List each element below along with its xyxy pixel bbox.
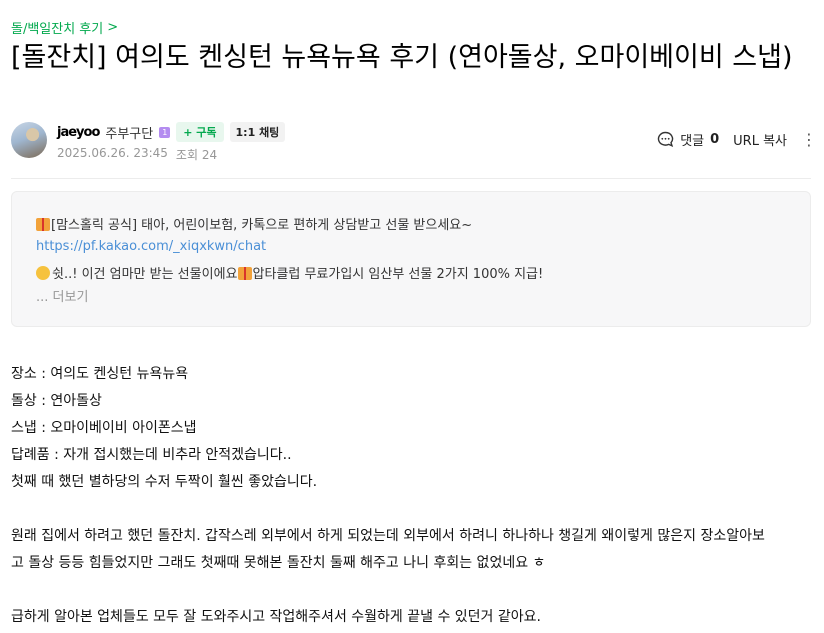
url-copy-button[interactable]: URL 복사 [733,130,787,149]
subscribe-button[interactable]: + 구독 [176,122,224,142]
comment-count: 0 [710,132,720,147]
promo-link[interactable]: https://pf.kakao.com/_xiqxkwn/chat [36,239,266,254]
body-line: 답례품 : 자개 접시했는데 비추라 안적겠습니다.. [11,447,292,463]
board-breadcrumb[interactable]: 돌/백일잔치 후기 > [11,18,118,37]
post-date: 2025.06.26. 23:45 [57,146,168,160]
body-line: 돌상 : 연아돌상 [11,393,102,409]
chat-button[interactable]: 1:1 채팅 [229,122,286,142]
board-name[interactable]: 돌/백일잔치 후기 [11,18,103,37]
gift-icon [237,267,252,280]
divider [11,178,811,179]
author-row: jaeyoo 주부구단 1 + 구독 1:1 채팅 2025.06.26. 23… [11,120,821,166]
avatar[interactable] [11,122,47,158]
body-line: 첫째 때 했던 별하당의 수저 두짝이 훨씬 좋았습니다. [11,474,318,490]
article-meta: 2025.06.26. 23:45 조회 24 [57,146,217,163]
promo-more-button[interactable]: ... 더보기 [36,286,88,305]
body-line: 스냅 : 오마이베이비 아이폰스냅 [11,420,197,436]
comment-button[interactable]: 댓글 0 [657,130,719,149]
grade-badge-icon: 1 [159,126,171,138]
author-nickname[interactable]: jaeyoo [57,125,100,140]
promo-line-3: 쉿..! 이건 엄마만 받는 선물이에요 압타클럽 무료가입시 임산부 선물 2가… [36,263,543,282]
body-line: 장소 : 여의도 켄싱턴 뉴욕뉴욕 [11,366,189,382]
promo-text-3b: 압타클럽 무료가입시 임산부 선물 2가지 100% 지급! [252,267,544,282]
more-options-icon[interactable]: ⋮ [801,130,817,149]
article-page: 돌/백일잔치 후기 > [돌잔치] 여의도 켄싱턴 뉴욕뉴욕 후기 (연아돌상,… [0,0,824,633]
article-title: [돌잔치] 여의도 켄싱턴 뉴욕뉴욕 후기 (연아돌상, 오마이베이비 스냅) [11,42,793,73]
promo-text-1: [맘스홀릭 공식] 태아, 어린이보험, 카톡으로 편하게 상담받고 선물 받으… [51,218,473,233]
author-line: jaeyoo 주부구단 1 + 구독 1:1 채팅 [57,122,286,142]
comment-icon [657,131,674,148]
promo-text-3a: 쉿..! 이건 엄마만 받는 선물이에요 [52,267,238,282]
promo-line-1: [맘스홀릭 공식] 태아, 어린이보험, 카톡으로 편하게 상담받고 선물 받으… [36,214,472,233]
body-line: 원래 집에서 하려고 했던 돌잔치. 갑작스레 외부에서 하게 되었는데 외부에… [11,528,765,544]
body-line: 급하게 알아본 업체들도 모두 잘 도와주시고 작업해주셔서 수월하게 끝낼 수… [11,609,541,625]
comment-label: 댓글 [680,134,705,149]
view-count: 조회 24 [175,148,218,162]
member-grade: 주부구단 [105,126,154,142]
promo-box: [맘스홀릭 공식] 태아, 어린이보험, 카톡으로 편하게 상담받고 선물 받으… [11,191,811,327]
gift-icon [36,218,50,231]
kiss-face-icon [36,266,50,280]
article-tools: 댓글 0 URL 복사 ⋮ [657,130,817,149]
chevron-right-icon: > [107,20,119,35]
body-line: 고 돌상 등등 힘들었지만 그래도 첫째때 못해본 돌잔치 둘째 해주고 나니 … [11,555,546,571]
